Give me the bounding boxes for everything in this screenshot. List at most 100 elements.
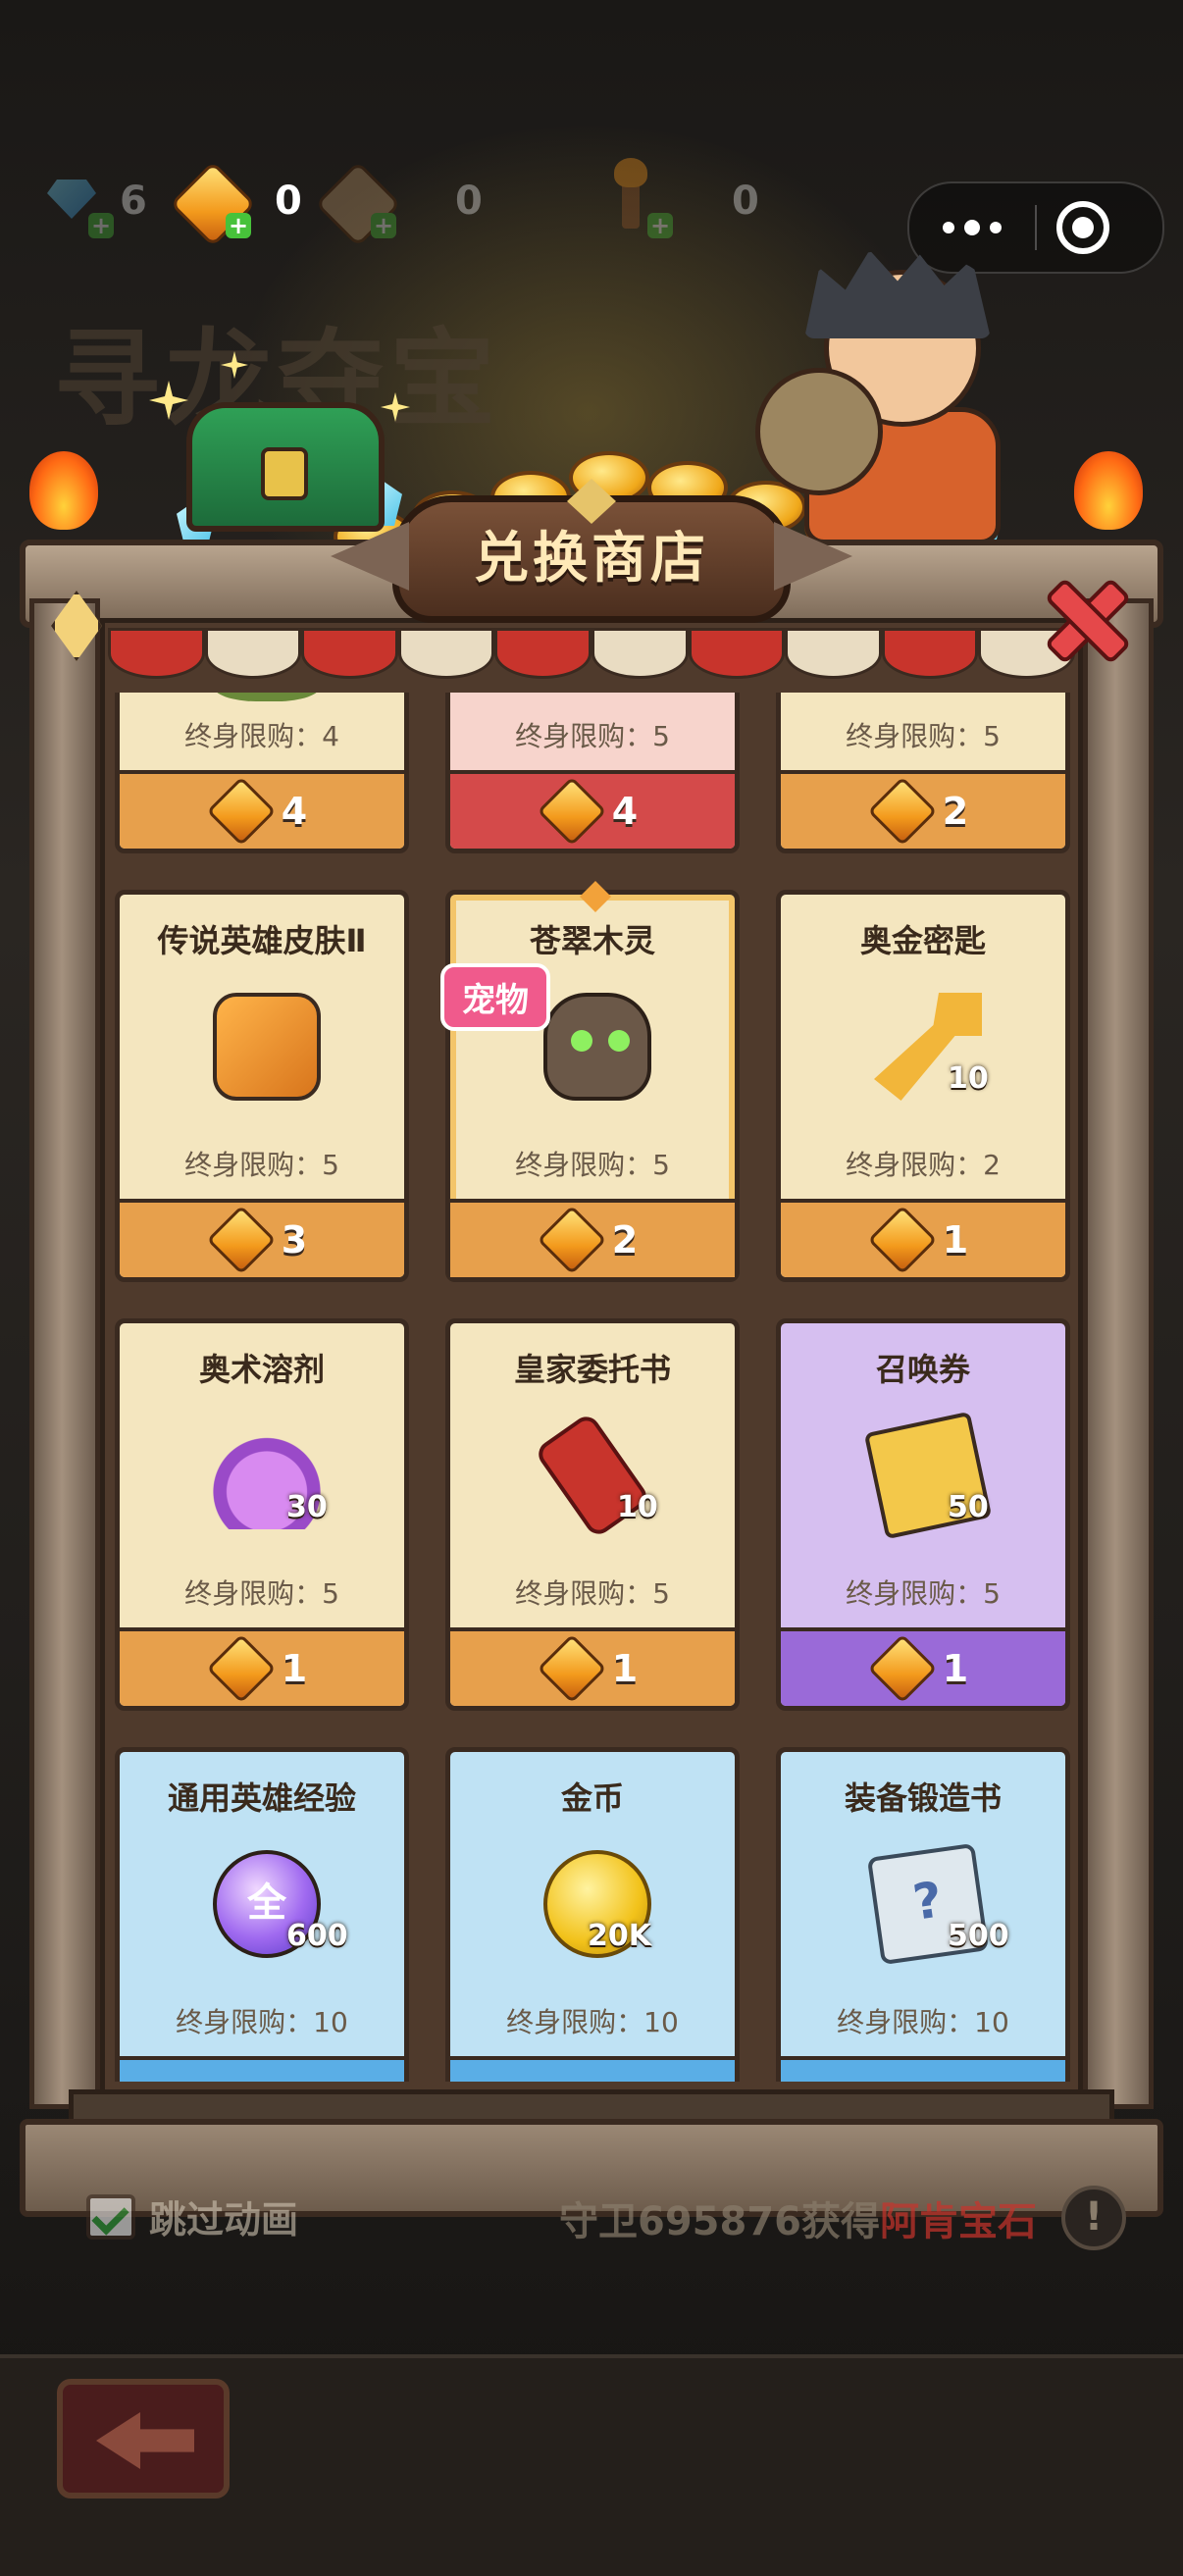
- purchase-limit: 终身限购：4: [184, 720, 339, 752]
- currency-gold-gem-value: 0: [275, 179, 302, 224]
- treasure-chest-icon: [186, 402, 385, 532]
- item-quantity: 20K: [588, 1919, 651, 1953]
- shop-item-card[interactable]: 装备锻造书 ? 500 终身限购：10: [776, 1747, 1070, 2082]
- shop-item-grid[interactable]: 终身限购：4 4 终身限购：5 4 终身限购：5 2 传说英雄皮肤Ⅱ 终身限购：: [115, 693, 1071, 2082]
- shop-item-card[interactable]: 皇家委托书 10 终身限购：5 1: [445, 1318, 740, 1711]
- price-button[interactable]: 3: [120, 1199, 404, 1277]
- close-shop-button[interactable]: [1040, 574, 1126, 660]
- chest-key-icon: +: [315, 161, 401, 247]
- price-value: 4: [281, 790, 308, 833]
- info-button[interactable]: !: [1061, 2186, 1126, 2250]
- purchase-limit: 终身限购：5: [846, 720, 1001, 752]
- purchase-limit: 终身限购：5: [846, 1577, 1001, 1610]
- item-quantity: 10: [617, 1490, 658, 1524]
- gold-gem-icon: [867, 1633, 938, 1704]
- tree-spirit-icon: [543, 993, 651, 1101]
- price-button[interactable]: 1: [450, 1627, 735, 1706]
- price-value: 1: [942, 1218, 969, 1262]
- shop-item-card[interactable]: 终身限购：4 4: [115, 693, 409, 853]
- currency-chest-key-value: 0: [455, 179, 483, 224]
- purchase-limit: 终身限购：10: [837, 2006, 1009, 2038]
- purchase-limit: 终身限购：5: [184, 1149, 339, 1181]
- shop-title: 兑换商店: [474, 527, 709, 591]
- shop-item-card[interactable]: 金币 20K 终身限购：10: [445, 1747, 740, 2082]
- item-quantity: 30: [286, 1490, 328, 1524]
- capsule-divider: [1035, 205, 1037, 250]
- price-button[interactable]: 4: [120, 770, 404, 849]
- frame-right-pillar: [1083, 598, 1154, 2109]
- currency-torch[interactable]: + 0: [600, 147, 759, 255]
- shop-item-card[interactable]: 奥金密匙 10 终身限购：2 1: [776, 890, 1070, 1282]
- shop-item-card[interactable]: 召唤券 50 终身限购：5 1: [776, 1318, 1070, 1711]
- gold-gem-icon: [537, 1205, 607, 1275]
- highlight-gem-icon: [580, 881, 611, 912]
- purchase-limit: 终身限购：10: [176, 2006, 348, 2038]
- close-miniprogram-button[interactable]: [1056, 201, 1109, 254]
- more-options-button[interactable]: [909, 183, 1035, 272]
- item-name: 通用英雄经验: [167, 1779, 356, 1817]
- item-name: 皇家委托书: [513, 1351, 671, 1388]
- purchase-limit: 终身限购：5: [184, 1577, 339, 1610]
- more-dot-icon: [943, 222, 954, 233]
- diamond-icon: +: [41, 170, 114, 238]
- currency-torch-value: 0: [732, 179, 759, 224]
- gold-gem-icon: [537, 1633, 607, 1704]
- skip-animation-toggle[interactable]: 跳过动画: [86, 2190, 298, 2243]
- item-name: 金币: [560, 1779, 624, 1817]
- item-name: 奥金密匙: [859, 922, 986, 959]
- shop-item-card[interactable]: 奥术溶剂 30 终身限购：5 1: [115, 1318, 409, 1711]
- gold-gem-icon: [867, 776, 938, 847]
- price-button[interactable]: [450, 2056, 735, 2082]
- price-value: 3: [281, 1218, 308, 1262]
- item-quantity: 10: [948, 1061, 989, 1096]
- back-button[interactable]: [57, 2379, 230, 2499]
- currency-diamond-value: 6: [120, 179, 147, 224]
- hero-skin-chest-icon: [213, 993, 321, 1101]
- purchase-limit: 终身限购：2: [846, 1149, 1001, 1181]
- price-button[interactable]: 4: [450, 770, 735, 849]
- price-button[interactable]: 1: [781, 1627, 1065, 1706]
- skip-animation-label: 跳过动画: [149, 2198, 299, 2241]
- more-dot-icon: [964, 220, 980, 235]
- price-button[interactable]: 1: [781, 1199, 1065, 1277]
- currency-gold-gem[interactable]: + 0: [170, 147, 302, 255]
- item-name: 奥术溶剂: [198, 1351, 325, 1388]
- checkbox-checked-icon[interactable]: [86, 2193, 135, 2240]
- more-dot-icon: [990, 222, 1002, 233]
- ticker-item: 阿肯宝石: [880, 2199, 1037, 2244]
- hero-character: [755, 250, 1010, 554]
- gold-gem-icon: [537, 776, 607, 847]
- price-button[interactable]: [120, 2056, 404, 2082]
- ticker-text: 守卫695876获得: [559, 2199, 880, 2244]
- price-value: 1: [281, 1647, 308, 1690]
- price-button[interactable]: [781, 2056, 1065, 2082]
- price-value: 1: [611, 1647, 639, 1690]
- price-button[interactable]: 1: [120, 1627, 404, 1706]
- gold-gem-icon: [206, 1205, 277, 1275]
- reward-ticker: 守卫695876获得阿肯宝石: [559, 2190, 1037, 2246]
- currency-chest-key[interactable]: + 0: [315, 147, 483, 255]
- purchase-limit: 终身限购：5: [515, 1577, 670, 1610]
- shop-item-card[interactable]: 通用英雄经验 全 600 终身限购：10: [115, 1747, 409, 2082]
- price-value: 4: [611, 790, 639, 833]
- price-button[interactable]: 2: [781, 770, 1065, 849]
- shop-item-card[interactable]: 终身限购：5 2: [776, 693, 1070, 853]
- shop-item-card[interactable]: 传说英雄皮肤Ⅱ 终身限购：5 3: [115, 890, 409, 1282]
- shop-awning: [108, 628, 1075, 679]
- purchase-limit: 终身限购：10: [506, 2006, 679, 2038]
- shop-item-card[interactable]: 苍翠木灵 宠物 终身限购：5 2: [440, 881, 740, 1282]
- frame-left-pillar: [29, 598, 100, 2109]
- shop-item-card[interactable]: 终身限购：5 4: [445, 693, 740, 853]
- gold-gem-icon: [867, 1205, 938, 1275]
- purchase-limit: 终身限购：5: [515, 1149, 670, 1181]
- leaf-icon: [213, 693, 321, 701]
- gold-gem-icon: +: [170, 161, 256, 247]
- purchase-limit: 终身限购：5: [515, 720, 670, 752]
- item-quantity: 500: [948, 1919, 1009, 1953]
- gold-gem-icon: [206, 776, 277, 847]
- price-button[interactable]: 2: [450, 1199, 735, 1277]
- item-quantity: 50: [948, 1490, 989, 1524]
- currency-diamond[interactable]: + 6: [41, 147, 147, 255]
- flame-icon: [1074, 451, 1143, 530]
- item-name: 召唤券: [875, 1351, 970, 1388]
